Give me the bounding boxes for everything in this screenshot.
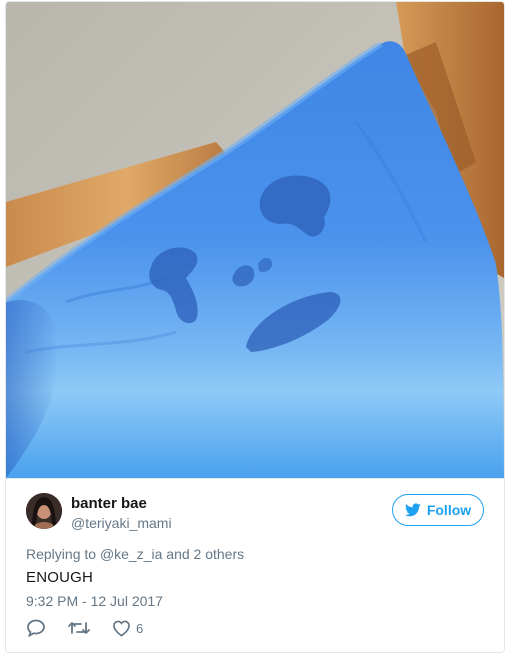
retweet-button[interactable] [68,620,90,636]
avatar[interactable] [26,493,62,529]
reply-prefix: Replying to [26,546,100,562]
follow-label: Follow [426,502,472,518]
retweet-icon [68,620,90,636]
tweet-photo[interactable] [6,2,504,478]
reply-button[interactable] [26,619,46,637]
like-button[interactable]: 6 [112,620,143,637]
display-name[interactable]: banter bae [71,495,147,512]
tweet-text: ENOUGH [26,569,94,586]
pillow-photo-image [6,2,504,478]
timestamp[interactable]: 9:32 PM - 12 Jul 2017 [26,593,163,609]
avatar-image [26,493,62,529]
user-handle[interactable]: @teriyaki_mami [71,515,172,531]
reply-context: Replying to @ke_z_ia and 2 others [26,546,244,562]
tweet-actions: 6 [26,618,165,638]
bird-icon [404,503,421,517]
follow-button[interactable]: Follow [392,494,484,526]
reply-to-link[interactable]: @ke_z_ia [100,546,162,562]
like-count: 6 [136,620,144,636]
tweet-card: banter bae @teriyaki_mami Follow Replyin… [5,1,505,653]
reply-icon [26,619,46,637]
reply-suffix[interactable]: and 2 others [162,546,244,562]
heart-icon [112,620,131,637]
media-divider [6,478,504,479]
